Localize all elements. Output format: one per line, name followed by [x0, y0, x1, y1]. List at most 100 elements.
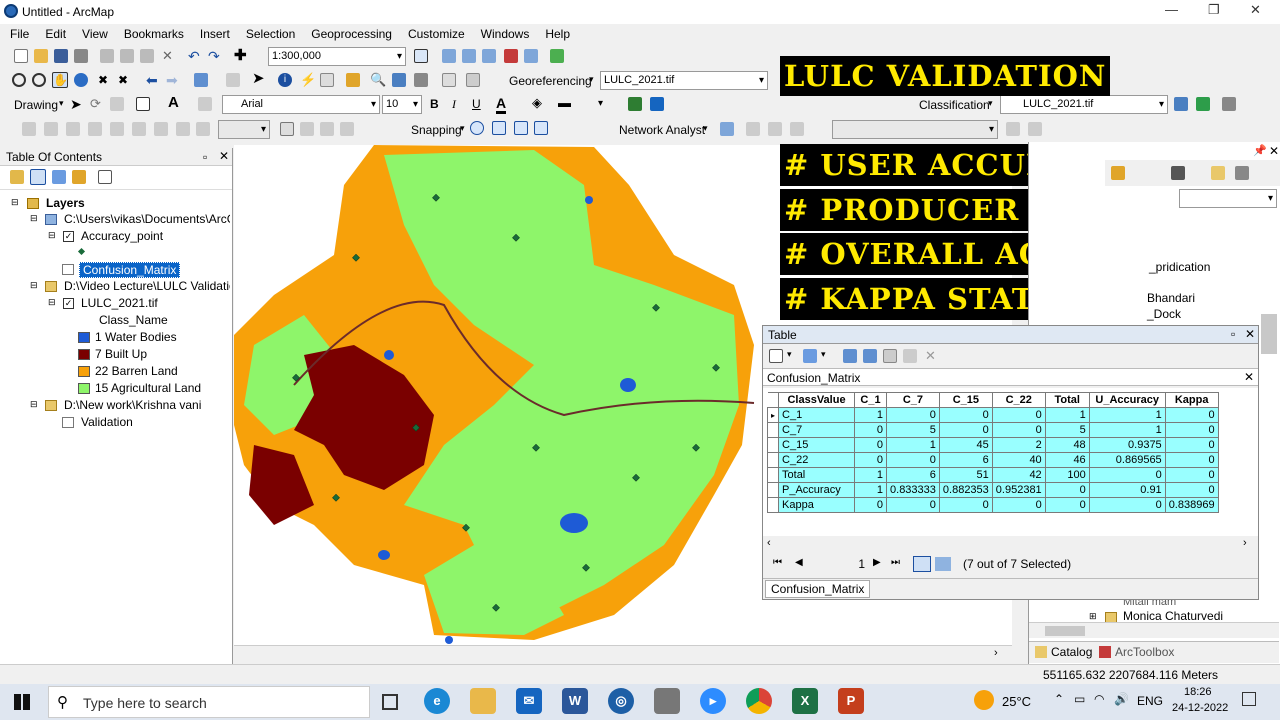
- snapping-dropdown-icon[interactable]: ▾: [460, 123, 465, 134]
- table-cell[interactable]: 100: [1044, 467, 1090, 483]
- clear-table-selection-icon[interactable]: [883, 349, 897, 363]
- add-data-icon[interactable]: ✚: [234, 48, 248, 63]
- windows-start-icon[interactable]: [14, 694, 30, 710]
- related-tables-icon[interactable]: [803, 349, 817, 363]
- minimize-icon[interactable]: —: [1165, 2, 1178, 17]
- expand-icon[interactable]: ⊟: [48, 297, 56, 308]
- table-cell[interactable]: 1: [854, 467, 888, 483]
- redo-icon[interactable]: ↷: [208, 49, 222, 63]
- list-by-source-icon[interactable]: [30, 169, 46, 185]
- layout-back-icon[interactable]: [154, 122, 168, 136]
- line-color-icon[interactable]: ▬: [558, 96, 572, 110]
- find-route-icon[interactable]: [392, 73, 406, 87]
- wifi-icon[interactable]: ◠: [1094, 692, 1104, 706]
- menu-view[interactable]: View: [74, 27, 116, 41]
- table-row[interactable]: Total 1 6 51 42 100 0 0: [766, 467, 1219, 483]
- drawing-menu[interactable]: Drawing: [14, 98, 58, 112]
- column-header[interactable]: Total: [1044, 392, 1090, 408]
- table-cell[interactable]: 0: [854, 497, 888, 513]
- volume-icon[interactable]: 🔊: [1114, 692, 1129, 706]
- table-maximize-icon[interactable]: ▫: [1231, 327, 1235, 341]
- task-view-icon[interactable]: [382, 694, 398, 710]
- forward-extent-icon[interactable]: ➡: [166, 73, 180, 87]
- layer-visibility-checkbox[interactable]: ✓: [63, 298, 74, 309]
- expand-icon[interactable]: ⊟: [30, 213, 38, 224]
- end-snapping-icon[interactable]: [492, 121, 506, 135]
- catalog-connect-folder-icon[interactable]: [1211, 166, 1225, 180]
- show-hidden-icons[interactable]: ⌃: [1054, 692, 1064, 706]
- row-selector[interactable]: [766, 437, 780, 453]
- select-elements-icon[interactable]: ➤: [252, 71, 266, 86]
- close-icon[interactable]: ✕: [1250, 2, 1261, 18]
- undo-icon[interactable]: ↶: [188, 49, 202, 63]
- zoom-whole-page-icon[interactable]: [88, 122, 102, 136]
- network-tool-2-icon[interactable]: [790, 122, 804, 136]
- table-cell[interactable]: 2: [991, 437, 1046, 453]
- catalog-location-combo[interactable]: [1179, 189, 1277, 208]
- edit-vertices-icon[interactable]: [198, 97, 212, 111]
- menu-customize[interactable]: Customize: [400, 27, 473, 41]
- table-cell[interactable]: 0.952381: [991, 482, 1046, 498]
- table-row[interactable]: C_7 0 5 0 0 5 1 0: [766, 422, 1219, 438]
- zoom-100-icon[interactable]: [110, 122, 124, 136]
- first-record-icon[interactable]: ⏮: [773, 557, 782, 568]
- catalog-pin-icon[interactable]: 📌: [1253, 144, 1267, 157]
- menu-file[interactable]: File: [0, 27, 37, 41]
- focus-data-frame-icon[interactable]: [300, 122, 314, 136]
- table-cell[interactable]: 0.9375: [1088, 437, 1166, 453]
- toggle-draft-icon[interactable]: [280, 122, 294, 136]
- excel-icon[interactable]: X: [792, 688, 818, 714]
- fixed-zoom-in-icon[interactable]: ✖: [98, 73, 112, 87]
- table-cell[interactable]: 0: [886, 497, 940, 513]
- network-icon[interactable]: ▭: [1074, 692, 1085, 706]
- table-cell[interactable]: C_1: [778, 407, 856, 423]
- table-row[interactable]: ▸ C_1 1 0 0 0 1 1 0: [766, 407, 1219, 423]
- last-record-icon[interactable]: ⏭: [891, 557, 900, 568]
- table-cell[interactable]: 6: [886, 467, 940, 483]
- zoom-app-icon[interactable]: ▸: [700, 688, 726, 714]
- table-cell[interactable]: 0: [1164, 467, 1219, 483]
- map-scrollbar[interactable]: ›: [234, 645, 1012, 661]
- training-sample-manager-icon[interactable]: [1174, 97, 1188, 111]
- table-cell[interactable]: 6: [938, 452, 993, 468]
- row-selector[interactable]: [766, 482, 780, 498]
- open-icon[interactable]: [34, 49, 48, 63]
- delete-icon[interactable]: ✕: [162, 49, 176, 63]
- toc-item-lulc-2021[interactable]: LULC_2021.tif: [81, 296, 158, 310]
- catalog-home-icon[interactable]: [1111, 166, 1125, 180]
- arcmap-taskbar-icon[interactable]: ◎: [608, 688, 634, 714]
- related-tables-dropdown-icon[interactable]: ▾: [821, 349, 826, 360]
- network-directions-icon[interactable]: [768, 122, 782, 136]
- network-analyst-window-icon[interactable]: [720, 122, 734, 136]
- layout-zoom-combo[interactable]: [218, 120, 270, 139]
- vertex-snapping-icon[interactable]: [514, 121, 528, 135]
- column-header[interactable]: Kappa: [1164, 392, 1219, 408]
- layout-zoom-out-icon[interactable]: [44, 122, 58, 136]
- column-header[interactable]: C_15: [938, 392, 993, 408]
- fill-color-icon[interactable]: ◈: [532, 96, 546, 110]
- select-elements-2-icon[interactable]: ➤: [70, 97, 84, 111]
- table-cell[interactable]: 0: [991, 422, 1046, 438]
- zoom-to-elements-icon[interactable]: [110, 97, 124, 111]
- row-selector[interactable]: ▸: [766, 407, 780, 423]
- layout-pan-icon[interactable]: [66, 122, 80, 136]
- font-size-combo[interactable]: 10: [382, 95, 422, 114]
- next-record-icon[interactable]: ▶: [873, 557, 881, 568]
- print-icon[interactable]: [74, 49, 88, 63]
- rotate-icon[interactable]: ⟳: [90, 97, 104, 111]
- html-popup-icon[interactable]: [320, 73, 334, 87]
- column-header[interactable]: C_7: [886, 392, 940, 408]
- table-cell[interactable]: 0.838969: [1164, 497, 1219, 513]
- table-cell[interactable]: 0: [1088, 467, 1166, 483]
- table-cell[interactable]: 1: [1044, 407, 1090, 423]
- table-cell[interactable]: 45: [938, 437, 993, 453]
- identify-icon[interactable]: i: [278, 73, 292, 87]
- catalog-scrollbar[interactable]: [1261, 314, 1277, 354]
- measure-icon[interactable]: [346, 73, 360, 87]
- layout-zoom-percent-icon[interactable]: [196, 122, 210, 136]
- catalog-item[interactable]: Monica Chaturvedi: [1123, 609, 1223, 623]
- table-cell[interactable]: 0.869565: [1088, 452, 1166, 468]
- tab-arctoolbox[interactable]: ArcToolbox: [1115, 645, 1174, 659]
- toc-close-icon[interactable]: ✕: [219, 149, 229, 163]
- table-cell[interactable]: Total: [778, 467, 856, 483]
